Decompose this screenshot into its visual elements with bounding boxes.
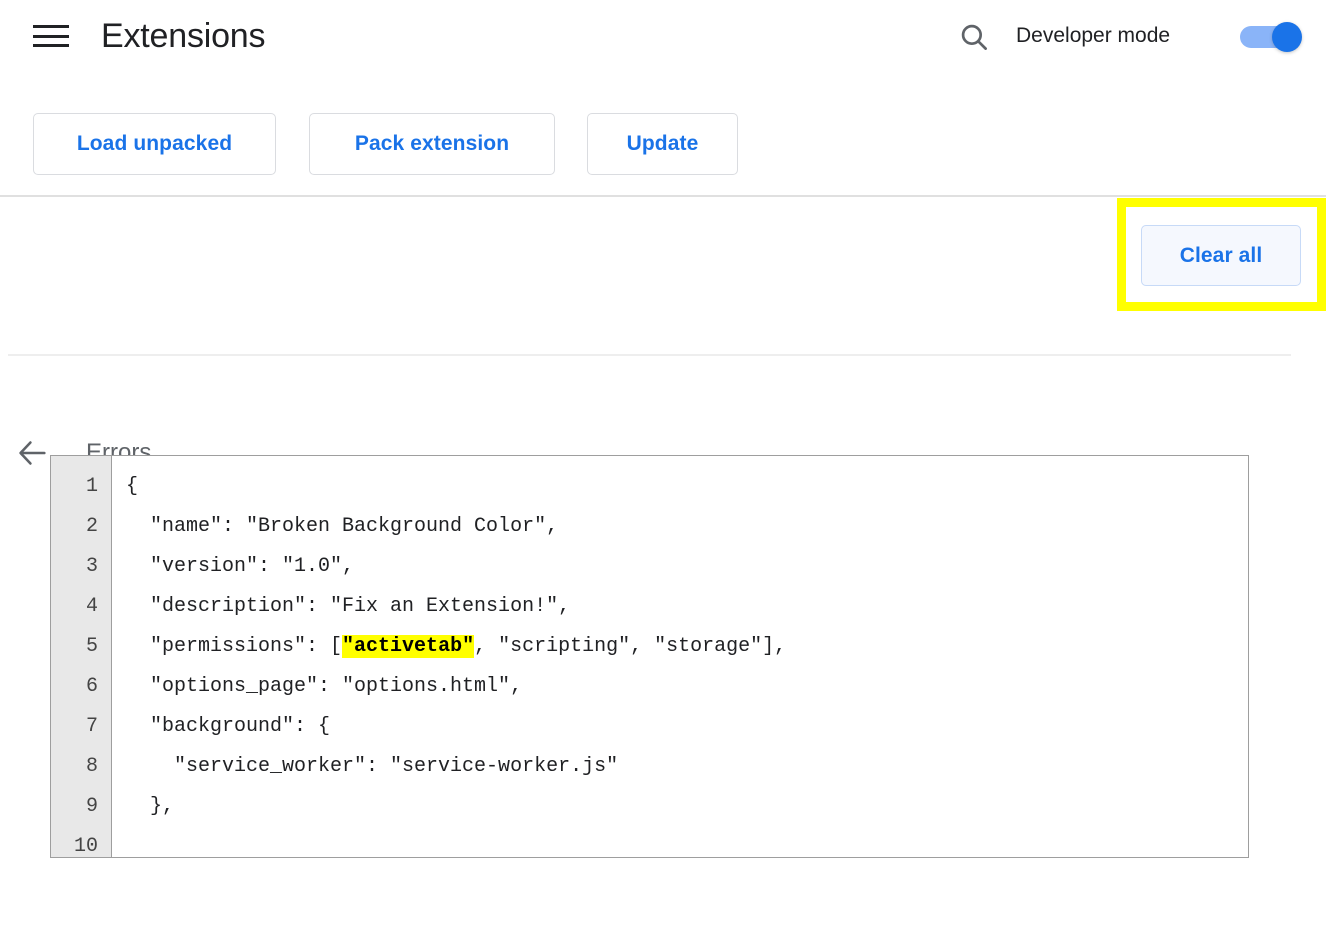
code-line: "service_worker": "service-worker.js" — [126, 747, 1248, 787]
code-text: "name": "Broken Background Color", — [126, 515, 559, 538]
code-text: "service_worker": "service-worker.js" — [126, 755, 619, 778]
hamburger-bar-2 — [33, 34, 69, 38]
clear-all-button[interactable]: Clear all — [1141, 225, 1301, 286]
line-number: 1 — [85, 475, 98, 498]
line-number: 7 — [85, 715, 98, 738]
extensions-errors-page: Extensions Developer mode Load unpacked … — [0, 0, 1326, 952]
code-text: "version": "1.0", — [126, 555, 355, 578]
code-text: "description": "Fix an Extension!", — [126, 595, 571, 618]
code-text: { — [126, 475, 139, 498]
code-text: "permissions": [ — [126, 635, 343, 658]
hamburger-bar-3 — [33, 44, 69, 47]
hamburger-bar-1 — [33, 25, 69, 28]
page-header: Extensions Developer mode — [0, 0, 1326, 72]
code-text: "background": { — [126, 715, 331, 738]
page-title: Extensions — [101, 17, 266, 55]
code-text: "options_page": "options.html", — [126, 675, 523, 698]
search-icon[interactable] — [957, 20, 991, 54]
pack-extension-button[interactable]: Pack extension — [309, 113, 555, 175]
developer-mode-toggle[interactable] — [1240, 22, 1306, 52]
code-line: "description": "Fix an Extension!", — [126, 587, 1248, 627]
code-line: { — [126, 467, 1248, 507]
error-list-item[interactable]: Permission 'activetab' is unknown or URL… — [0, 362, 1326, 807]
code-highlight: "activetab" — [342, 635, 475, 658]
errors-header: Errors — [0, 197, 1326, 466]
load-unpacked-button[interactable]: Load unpacked — [33, 113, 276, 175]
code-line: }, — [126, 787, 1248, 827]
extension-actions-toolbar: Load unpacked Pack extension Update — [0, 113, 1326, 175]
code-content: { "name": "Broken Background Color", "ve… — [112, 456, 1248, 857]
manifest-code-viewer[interactable]: 1 2 3 4 5 6 7 8 9 10 { "name": "Broken B… — [50, 455, 1249, 858]
hamburger-menu-icon[interactable] — [33, 21, 71, 51]
code-line: "permissions": ["activetab", "scripting"… — [126, 627, 1248, 667]
line-number: 2 — [85, 515, 98, 538]
code-line: "version": "1.0", — [126, 547, 1248, 587]
line-number: 3 — [85, 555, 98, 578]
line-number: 5 — [85, 635, 98, 658]
line-number: 9 — [85, 795, 98, 818]
errors-list-divider — [8, 354, 1291, 356]
toggle-knob — [1272, 22, 1302, 52]
developer-mode-label: Developer mode — [1016, 24, 1171, 47]
line-number: 6 — [85, 675, 98, 698]
line-number: 8 — [85, 755, 98, 778]
code-text: , "scripting", "storage"], — [474, 635, 787, 658]
line-number: 4 — [85, 595, 98, 618]
code-line: "background": { — [126, 707, 1248, 747]
code-line: "name": "Broken Background Color", — [126, 507, 1248, 547]
line-number: 10 — [73, 835, 98, 858]
code-line: "options_page": "options.html", — [126, 667, 1248, 707]
code-line-number-gutter: 1 2 3 4 5 6 7 8 9 10 — [51, 456, 112, 857]
update-button[interactable]: Update — [587, 113, 738, 175]
code-text: }, — [126, 795, 175, 818]
